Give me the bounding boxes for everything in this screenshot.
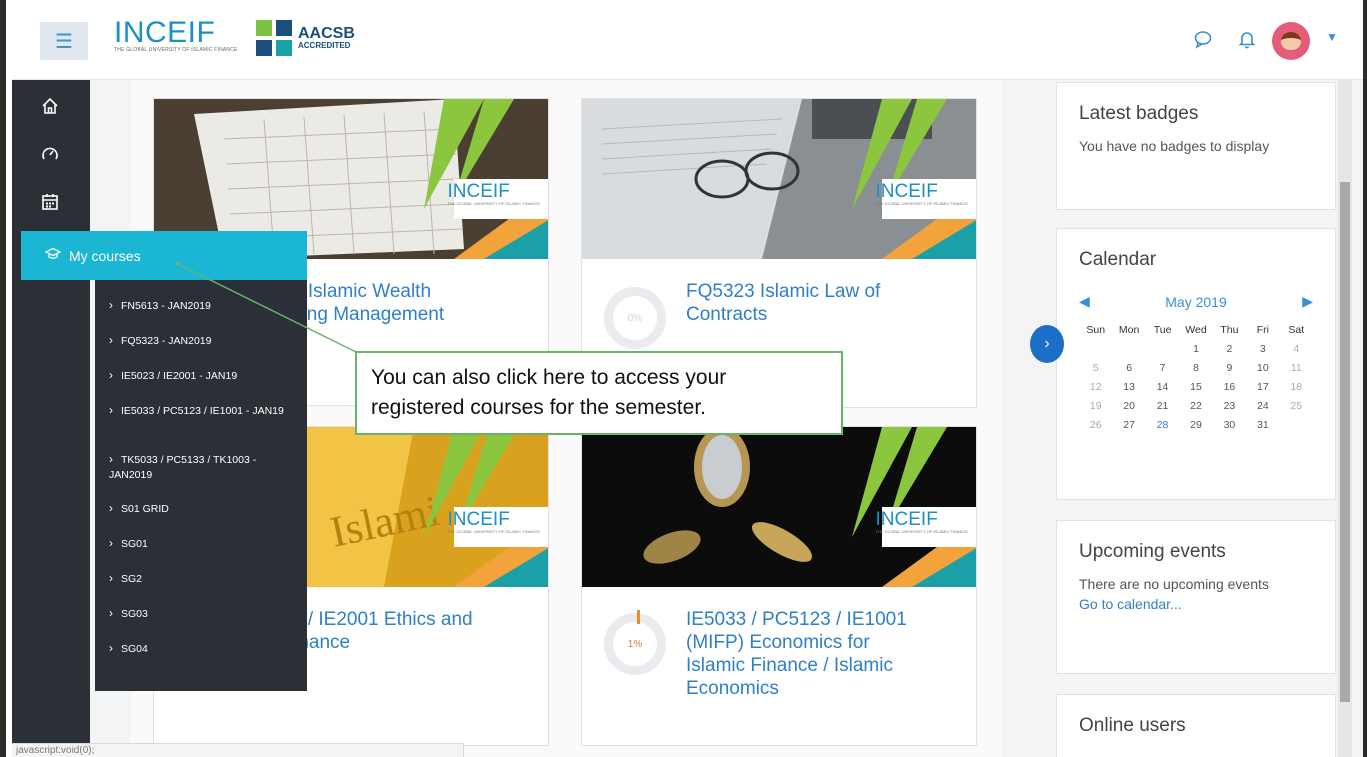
calendar-day-name: Sat — [1288, 324, 1305, 336]
calendar-day[interactable]: 20 — [1112, 400, 1145, 412]
latest-badges-block: Latest badges You have no badges to disp… — [1056, 82, 1336, 210]
tutorial-callout: You can also click here to access your r… — [355, 351, 843, 435]
callout-text-line: You can also click here to access your — [371, 366, 727, 389]
online-users-block: Online users — [1056, 694, 1336, 757]
calendar-day[interactable]: 9 — [1213, 362, 1246, 374]
calendar-day-name: Tue — [1153, 324, 1172, 336]
block-text: You have no badges to display — [1079, 138, 1270, 154]
upcoming-events-block: Upcoming events There are no upcoming ev… — [1056, 520, 1336, 674]
browser-status-bar: javascript:void(0); — [12, 743, 464, 757]
calendar-day-name: Thu — [1220, 324, 1239, 336]
calendar-day[interactable]: 31 — [1246, 419, 1279, 431]
calendar-day[interactable]: 21 — [1146, 400, 1179, 412]
calendar-day[interactable]: 12 — [1079, 381, 1112, 393]
calendar-day[interactable]: 4 — [1280, 343, 1313, 355]
next-month-icon[interactable]: ▶ — [1302, 293, 1313, 310]
calendar-day-name: Mon — [1118, 324, 1140, 336]
page-scrollbar[interactable] — [1338, 80, 1352, 757]
calendar-day-name: Wed — [1185, 324, 1207, 336]
calendar-day[interactable]: 7 — [1146, 362, 1179, 374]
block-title: Calendar — [1079, 249, 1157, 270]
calendar-day[interactable]: 23 — [1213, 400, 1246, 412]
scrollbar-thumb[interactable] — [1340, 182, 1350, 702]
calendar-day[interactable]: 11 — [1280, 362, 1313, 374]
chevron-right-icon: › — [1044, 335, 1050, 352]
calendar-day[interactable]: 8 — [1179, 362, 1212, 374]
calendar-day-name: Fri — [1256, 324, 1269, 336]
calendar-day[interactable]: 16 — [1213, 381, 1246, 393]
calendar-block: Calendar ◀ May 2019 ▶ Sun Mon Tue Wed Thu Fri… — [1056, 228, 1336, 500]
calendar-day[interactable]: 13 — [1112, 381, 1145, 393]
calendar-day[interactable]: 29 — [1179, 419, 1212, 431]
calendar-day[interactable]: 28 — [1146, 419, 1179, 431]
calendar-day[interactable]: 3 — [1246, 343, 1279, 355]
block-title: Upcoming events — [1079, 541, 1226, 562]
calendar-day-name: Sun — [1086, 324, 1106, 336]
calendar-day[interactable]: 27 — [1112, 419, 1145, 431]
prev-month-icon[interactable]: ◀ — [1079, 293, 1090, 310]
block-title: Latest badges — [1079, 103, 1199, 124]
calendar-day[interactable]: 1 — [1179, 343, 1212, 355]
calendar-day[interactable]: 18 — [1280, 381, 1313, 393]
calendar-month-label[interactable]: May 2019 — [1165, 294, 1226, 310]
block-text: There are no upcoming events — [1079, 576, 1269, 592]
browser-frame: ☰ INCEIF THE GLOBAL UNIVERSITY OF ISLAMI… — [0, 0, 1367, 757]
calendar-day[interactable]: 24 — [1246, 400, 1279, 412]
calendar-day[interactable]: 14 — [1146, 381, 1179, 393]
drawer-toggle-button[interactable]: › — [1030, 325, 1064, 363]
calendar-day[interactable]: 26 — [1079, 419, 1112, 431]
calendar-day — [1079, 343, 1112, 355]
calendar-day[interactable]: 6 — [1112, 362, 1145, 374]
callout-text-line: registered courses for the semester. — [371, 396, 706, 419]
calendar-grid: Sun Mon Tue Wed Thu Fri Sat 1 2 3 4 5 6 7 8 9 10 11 12 13 14… — [1079, 324, 1313, 431]
calendar-day[interactable]: 10 — [1246, 362, 1279, 374]
calendar-day[interactable]: 15 — [1179, 381, 1212, 393]
calendar-day[interactable]: 17 — [1246, 381, 1279, 393]
go-to-calendar-link[interactable]: Go to calendar... — [1079, 596, 1313, 612]
calendar-day — [1280, 419, 1313, 431]
calendar-day — [1112, 343, 1145, 355]
calendar-day[interactable]: 19 — [1079, 400, 1112, 412]
calendar-day[interactable]: 2 — [1213, 343, 1246, 355]
calendar-day[interactable]: 5 — [1079, 362, 1112, 374]
block-title: Online users — [1079, 715, 1186, 736]
calendar-day[interactable]: 25 — [1280, 400, 1313, 412]
calendar-day[interactable]: 30 — [1213, 419, 1246, 431]
calendar-day[interactable]: 22 — [1179, 400, 1212, 412]
calendar-day — [1146, 343, 1179, 355]
